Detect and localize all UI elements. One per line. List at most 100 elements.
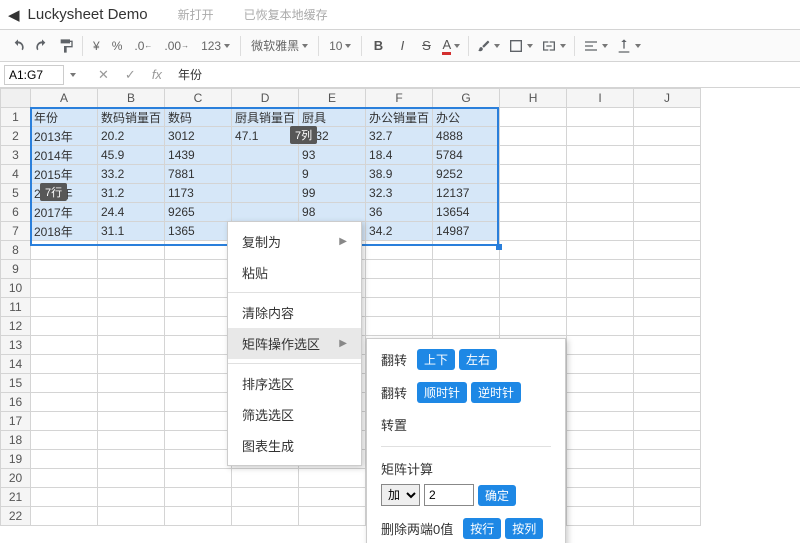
name-box-dropdown[interactable]	[70, 73, 76, 77]
cell-C19[interactable]	[165, 450, 232, 469]
cell-D21[interactable]	[232, 488, 299, 507]
cell-J20[interactable]	[634, 469, 701, 488]
ctx-matrix[interactable]: 矩阵操作选区▶	[228, 328, 361, 359]
borders-button[interactable]	[504, 33, 537, 59]
cell-D2[interactable]: 47.1	[232, 127, 299, 146]
cell-F2[interactable]: 32.7	[366, 127, 433, 146]
cell-H12[interactable]	[500, 317, 567, 336]
cell-H11[interactable]	[500, 298, 567, 317]
col-header-G[interactable]: G	[433, 89, 500, 108]
cell-I18[interactable]	[567, 431, 634, 450]
cell-E3[interactable]: 93	[299, 146, 366, 165]
cell-J17[interactable]	[634, 412, 701, 431]
cell-B18[interactable]	[98, 431, 165, 450]
row-header-2[interactable]: 2	[1, 127, 31, 146]
ctx-sort[interactable]: 排序选区	[228, 368, 361, 399]
cell-A22[interactable]	[31, 507, 98, 526]
cell-J11[interactable]	[634, 298, 701, 317]
col-header-I[interactable]: I	[567, 89, 634, 108]
calc-confirm-button[interactable]: 确定	[478, 485, 516, 506]
align-h-button[interactable]	[579, 33, 612, 59]
cell-H5[interactable]	[500, 184, 567, 203]
cell-I4[interactable]	[567, 165, 634, 184]
cell-G1[interactable]: 办公	[433, 108, 500, 127]
cell-G9[interactable]	[433, 260, 500, 279]
cell-D6[interactable]	[232, 203, 299, 222]
cell-B17[interactable]	[98, 412, 165, 431]
ctx-clear[interactable]: 清除内容	[228, 297, 361, 328]
cancel-formula-icon[interactable]: ✕	[98, 67, 109, 83]
cell-J12[interactable]	[634, 317, 701, 336]
cell-E22[interactable]	[299, 507, 366, 526]
cell-C3[interactable]: 1439	[165, 146, 232, 165]
number-format-button[interactable]: 123	[195, 39, 236, 53]
cell-I13[interactable]	[567, 336, 634, 355]
cell-D3[interactable]	[232, 146, 299, 165]
cell-G11[interactable]	[433, 298, 500, 317]
cell-I14[interactable]	[567, 355, 634, 374]
currency-button[interactable]: ¥	[87, 39, 106, 53]
cell-B10[interactable]	[98, 279, 165, 298]
cell-B9[interactable]	[98, 260, 165, 279]
redo-button[interactable]	[30, 33, 54, 59]
cell-H4[interactable]	[500, 165, 567, 184]
cell-I21[interactable]	[567, 488, 634, 507]
row-header-8[interactable]: 8	[1, 241, 31, 260]
cell-B14[interactable]	[98, 355, 165, 374]
cell-C13[interactable]	[165, 336, 232, 355]
calc-op-select[interactable]: 加	[381, 484, 420, 506]
cell-H10[interactable]	[500, 279, 567, 298]
italic-button[interactable]: I	[390, 33, 414, 59]
cell-G6[interactable]: 13654	[433, 203, 500, 222]
accept-formula-icon[interactable]: ✓	[125, 67, 136, 83]
cell-C16[interactable]	[165, 393, 232, 412]
cell-I16[interactable]	[567, 393, 634, 412]
sheet-grid[interactable]: ABCDEFGHIJ1年份数码销量百数码厨具销量百厨具办公销量百办公22013年…	[0, 88, 800, 543]
cell-F5[interactable]: 32.3	[366, 184, 433, 203]
cell-A21[interactable]	[31, 488, 98, 507]
cell-I17[interactable]	[567, 412, 634, 431]
row-header-13[interactable]: 13	[1, 336, 31, 355]
cell-F7[interactable]: 34.2	[366, 222, 433, 241]
cell-B19[interactable]	[98, 450, 165, 469]
cell-F1[interactable]: 办公销量百	[366, 108, 433, 127]
cell-C9[interactable]	[165, 260, 232, 279]
cell-A3[interactable]: 2014年	[31, 146, 98, 165]
row-header-9[interactable]: 9	[1, 260, 31, 279]
rotate-cw-button[interactable]: 顺时针	[417, 382, 467, 403]
cell-D1[interactable]: 厨具销量百	[232, 108, 299, 127]
align-v-button[interactable]	[612, 33, 645, 59]
cell-F4[interactable]: 38.9	[366, 165, 433, 184]
cell-E4[interactable]: 9	[299, 165, 366, 184]
format-painter-button[interactable]	[54, 33, 78, 59]
fx-icon[interactable]: fx	[152, 67, 162, 82]
cell-C15[interactable]	[165, 374, 232, 393]
cell-A11[interactable]	[31, 298, 98, 317]
cell-J15[interactable]	[634, 374, 701, 393]
cell-A7[interactable]: 2018年	[31, 222, 98, 241]
cell-C6[interactable]: 9265	[165, 203, 232, 222]
formula-input[interactable]: 年份	[178, 66, 202, 83]
cell-G12[interactable]	[433, 317, 500, 336]
cell-F9[interactable]	[366, 260, 433, 279]
cell-G10[interactable]	[433, 279, 500, 298]
cell-I11[interactable]	[567, 298, 634, 317]
cell-D22[interactable]	[232, 507, 299, 526]
name-box[interactable]: A1:G7	[4, 65, 64, 85]
cell-J9[interactable]	[634, 260, 701, 279]
cell-H7[interactable]	[500, 222, 567, 241]
col-header-D[interactable]: D	[232, 89, 299, 108]
fill-color-button[interactable]	[473, 33, 504, 59]
row-header-20[interactable]: 20	[1, 469, 31, 488]
row-header-14[interactable]: 14	[1, 355, 31, 374]
row-header-4[interactable]: 4	[1, 165, 31, 184]
cell-F8[interactable]	[366, 241, 433, 260]
cell-B13[interactable]	[98, 336, 165, 355]
cell-A19[interactable]	[31, 450, 98, 469]
row-header-15[interactable]: 15	[1, 374, 31, 393]
cell-D5[interactable]	[232, 184, 299, 203]
cell-I1[interactable]	[567, 108, 634, 127]
row-header-16[interactable]: 16	[1, 393, 31, 412]
row-header-1[interactable]: 1	[1, 108, 31, 127]
cell-J21[interactable]	[634, 488, 701, 507]
